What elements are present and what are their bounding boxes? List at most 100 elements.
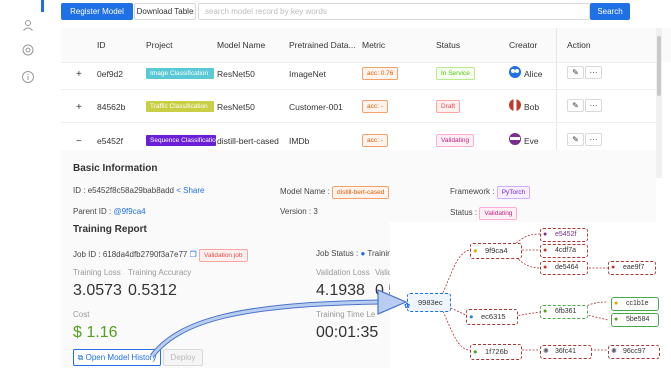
settings-icon[interactable] <box>21 43 35 57</box>
row-divider <box>61 89 656 90</box>
training-accuracy-label: Training Accuracy <box>128 268 192 277</box>
row-id: 0ef9d2 <box>97 69 123 79</box>
node-label: 5be584 <box>626 316 650 323</box>
framework-field: Framework : PyTorch <box>450 186 531 199</box>
training-report-title: Training Report <box>73 224 147 235</box>
status-label: Status : <box>450 208 478 217</box>
node-icon: ● <box>543 231 548 238</box>
graph-node-root[interactable]: ✿ 9983ec <box>404 293 451 312</box>
job-type-tag: Validation job <box>198 249 248 262</box>
parent-id-link[interactable]: @9f9ca4 <box>113 207 145 216</box>
basic-info-title: Basic Information <box>73 163 158 174</box>
more-icon[interactable]: ··· <box>585 99 602 112</box>
graph-node[interactable]: ✺ 36fc41 <box>540 345 592 359</box>
graph-node[interactable]: ✺ 96cc97 <box>608 345 660 359</box>
node-icon: ✺ <box>543 348 549 355</box>
job-status-label: Job Status : <box>316 249 359 258</box>
col-project: Project <box>146 40 173 50</box>
more-icon[interactable]: ··· <box>585 66 602 79</box>
graph-node[interactable]: ● 9f9ca4 <box>470 243 522 259</box>
row-pretrained-data: IMDb <box>289 136 310 146</box>
version-label: Version : <box>280 207 312 216</box>
version-value: 3 <box>313 207 318 216</box>
metric-tag: acc: - <box>362 100 388 113</box>
row-model-name: distill-bert-cased <box>217 136 279 146</box>
metric-tag: acc: 0.76 <box>362 67 399 80</box>
node-icon: ● <box>469 312 474 321</box>
job-status-field: Job Status : ● Training <box>316 249 396 258</box>
graph-node[interactable]: ● de5464 <box>540 261 588 275</box>
training-loss-value: 3.0573 <box>73 282 122 299</box>
validation-loss-label: Validation Loss <box>316 268 370 277</box>
row-divider <box>61 62 656 63</box>
graph-node[interactable]: ● eae9f7 <box>608 261 656 275</box>
scrollbar-thumb[interactable] <box>657 36 661 96</box>
node-icon: ● <box>543 264 548 271</box>
node-icon: ● <box>473 347 478 356</box>
col-pretrained-data: Pretrained Data... <box>289 40 356 50</box>
row-id: e5452f <box>97 136 123 146</box>
node-icon: ● <box>543 308 548 315</box>
model-name-tag: distill-bert-cased <box>332 186 390 199</box>
sidebar-active-indicator <box>41 0 44 12</box>
framework-tag: PyTorch <box>496 186 531 199</box>
row-model-name: ResNet50 <box>217 69 255 79</box>
share-icon[interactable]: < <box>176 186 181 195</box>
node-label: ec6315 <box>481 312 506 321</box>
node-label: 9f9ca4 <box>485 246 508 255</box>
model-name-label: Model Name : <box>280 187 330 196</box>
edit-icon[interactable]: ✎ <box>567 99 584 112</box>
open-model-history-button[interactable]: ⧉ Open Model History <box>73 349 161 366</box>
cost-label: Cost <box>73 310 90 319</box>
copy-icon[interactable]: ❐ <box>190 250 197 259</box>
parent-id-field: Parent ID : @9f9ca4 <box>73 207 146 216</box>
project-tag: Traffic Classification <box>146 101 214 112</box>
edit-icon[interactable]: ✎ <box>567 133 584 146</box>
graph-node[interactable]: ● cc1b1e <box>611 297 659 311</box>
job-id-field: Job ID : 618da4dfb2790f3a7e77 ❐ Validati… <box>73 249 248 262</box>
node-label: 96cc97 <box>623 348 646 355</box>
status-dot-icon: ● <box>360 249 366 258</box>
col-metric: Metric <box>362 40 386 50</box>
share-link[interactable]: Share <box>183 186 204 195</box>
info-icon[interactable] <box>21 70 35 84</box>
creator-name: Alice <box>524 69 543 79</box>
avatar-alice <box>509 66 521 78</box>
status-field: Status : Validating <box>450 207 518 220</box>
row-model-name: ResNet50 <box>217 102 255 112</box>
node-label: de5464 <box>555 264 579 271</box>
node-icon: ● <box>611 264 616 271</box>
graph-node[interactable]: ● 4cdf7a <box>540 244 588 258</box>
graph-node[interactable]: ● 5be584 <box>611 313 659 327</box>
graph-node[interactable]: ● ec6315 <box>466 309 518 325</box>
project-tag: Image Classification <box>146 68 214 79</box>
framework-label: Framework : <box>450 187 495 196</box>
node-label: cc1b1e <box>626 300 649 307</box>
history-icon: ⧉ <box>77 352 84 362</box>
node-label: 9983ec <box>418 298 443 307</box>
row-pretrained-data: Customer-001 <box>289 102 343 112</box>
search-placeholder: search model record by key words <box>205 7 327 16</box>
edit-icon[interactable]: ✎ <box>567 66 584 79</box>
search-button[interactable]: Search <box>590 3 630 20</box>
graph-node[interactable]: ● 1f726b <box>470 344 522 360</box>
job-id-label: Job ID : <box>73 250 101 259</box>
register-model-button[interactable]: Register Model <box>61 3 133 20</box>
expand-row-button[interactable]: + <box>76 102 82 113</box>
id-field: ID : e5452f8c58a29bab8add < Share <box>73 186 205 195</box>
collapse-row-button[interactable]: − <box>76 136 82 147</box>
training-loss-label: Training Loss <box>73 268 121 277</box>
node-icon: ● <box>614 300 619 307</box>
graph-node[interactable]: ● e5452f <box>540 228 588 242</box>
version-field: Version : 3 <box>280 207 318 216</box>
expand-row-button[interactable]: + <box>76 69 82 80</box>
row-pretrained-data: ImageNet <box>289 69 326 79</box>
job-id-value: 618da4dfb2790f3a7e77 <box>102 250 188 259</box>
search-input[interactable]: search model record by key words <box>198 3 590 20</box>
more-icon[interactable]: ··· <box>585 133 602 146</box>
download-table-button[interactable]: Download Table <box>134 3 196 20</box>
status-badge: Draft <box>436 100 461 113</box>
user-icon[interactable] <box>21 18 35 32</box>
graph-node[interactable]: ● 6fb361 <box>540 305 588 319</box>
node-label: e5452f <box>555 231 577 238</box>
